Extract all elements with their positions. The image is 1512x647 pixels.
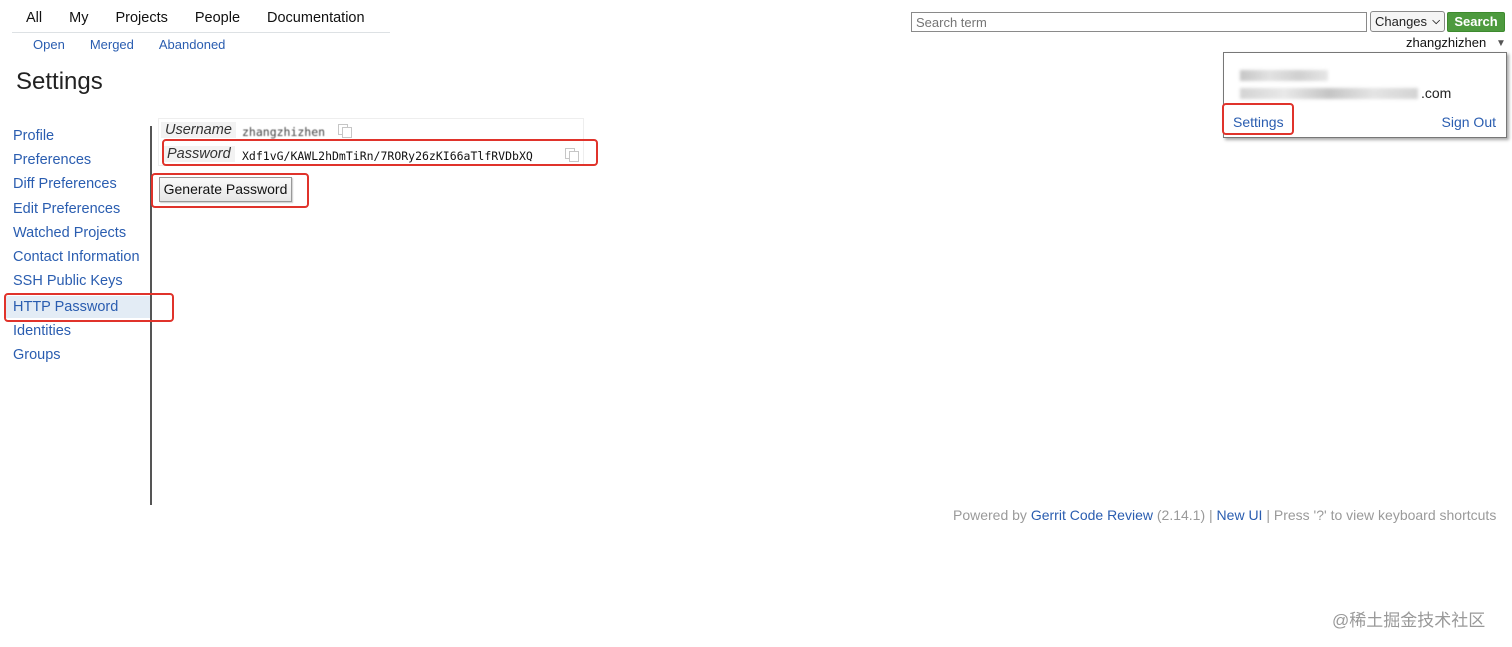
highlight-password-row — [162, 139, 598, 166]
username-label: Username — [161, 122, 236, 138]
page-title: Settings — [16, 68, 103, 95]
sidebar-item-edit-preferences[interactable]: Edit Preferences — [13, 201, 120, 217]
footer-shortcut-hint: Press '?' to view keyboard shortcuts — [1273, 507, 1497, 523]
redacted-display-name — [1240, 70, 1328, 81]
sidebar-item-diff-preferences[interactable]: Diff Preferences — [13, 176, 117, 192]
sidebar-item-identities[interactable]: Identities — [13, 323, 71, 339]
sidebar-item-preferences[interactable]: Preferences — [13, 152, 91, 168]
copy-username-icon[interactable] — [338, 124, 352, 138]
sidebar-item-ssh-public-keys[interactable]: SSH Public Keys — [13, 273, 123, 289]
top-menu: All My Projects People Documentation — [12, 8, 390, 33]
search-input[interactable] — [911, 12, 1367, 32]
footer-gerrit-link[interactable]: Gerrit Code Review — [1031, 507, 1153, 523]
menu-all[interactable]: All — [12, 8, 55, 32]
menu-people[interactable]: People — [181, 8, 253, 32]
menu-my[interactable]: My — [55, 8, 101, 32]
submenu-abandoned[interactable]: Abandoned — [159, 37, 226, 52]
caret-down-icon[interactable]: ▼ — [1496, 38, 1506, 49]
highlight-popup-settings — [1222, 103, 1294, 135]
sidebar-item-profile[interactable]: Profile — [13, 128, 54, 144]
footer-new-ui-link[interactable]: New UI — [1217, 507, 1263, 523]
search-button[interactable]: Search — [1447, 12, 1505, 32]
highlight-sidebar-http-password — [4, 293, 174, 322]
footer: Powered by Gerrit Code Review (2.14.1) |… — [953, 507, 1496, 523]
user-menu-name[interactable]: zhangzhizhen — [1406, 35, 1486, 50]
email-suffix: .com — [1421, 85, 1452, 101]
watermark: @稀土掘金技术社区 — [1332, 611, 1486, 630]
footer-separator: | — [1209, 507, 1213, 523]
sidebar-item-watched-projects[interactable]: Watched Projects — [13, 225, 126, 241]
sidebar-item-contact-information[interactable]: Contact Information — [13, 249, 140, 265]
footer-separator-2: | — [1266, 507, 1270, 523]
highlight-generate-button — [151, 173, 309, 208]
popup-signout-link[interactable]: Sign Out — [1442, 114, 1496, 130]
sub-menu: Open Merged Abandoned — [33, 37, 250, 52]
search-scope-value: Changes — [1375, 14, 1428, 29]
username-value: zhangzhizhen — [242, 125, 326, 139]
menu-documentation[interactable]: Documentation — [253, 8, 378, 32]
submenu-open[interactable]: Open — [33, 37, 65, 52]
footer-version: (2.14.1) — [1156, 507, 1206, 523]
submenu-merged[interactable]: Merged — [90, 37, 134, 52]
redacted-email — [1240, 88, 1418, 99]
sidebar-item-groups[interactable]: Groups — [13, 347, 61, 363]
menu-projects[interactable]: Projects — [101, 8, 180, 32]
search-scope-select[interactable]: Changes ⌵ — [1370, 11, 1445, 32]
chevron-down-icon: ⌵ — [1432, 16, 1440, 27]
footer-powered-by: Powered by — [953, 507, 1027, 523]
